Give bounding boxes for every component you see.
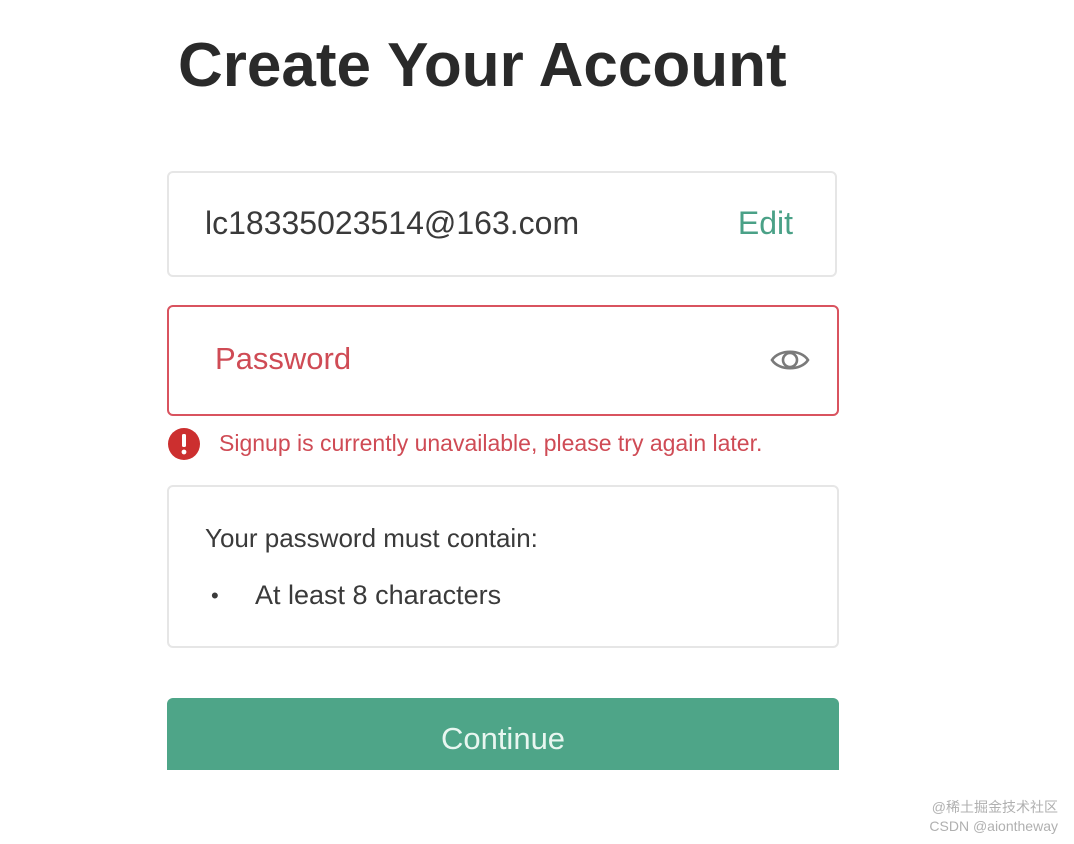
watermark: @稀土掘金技术社区 CSDN @aiontheway <box>929 798 1058 836</box>
error-message: Signup is currently unavailable, please … <box>219 430 763 456</box>
email-value: lc18335023514@163.com <box>205 205 580 241</box>
watermark-line-2: CSDN @aiontheway <box>929 818 1058 834</box>
alert-icon <box>168 428 200 460</box>
page-title: Create Your Account <box>178 31 787 100</box>
requirements-heading: Your password must contain: <box>205 523 538 553</box>
continue-button[interactable]: Continue <box>167 698 839 770</box>
password-input[interactable] <box>215 329 735 389</box>
eye-icon <box>770 350 810 370</box>
password-field[interactable] <box>167 305 839 416</box>
show-password-toggle[interactable] <box>769 343 811 377</box>
password-requirements: Your password must contain: • At least 8… <box>167 485 839 648</box>
watermark-line-1: @稀土掘金技术社区 <box>931 799 1058 815</box>
edit-email-link[interactable]: Edit <box>738 205 793 242</box>
list-bullet: • <box>211 583 219 608</box>
email-field: lc18335023514@163.com Edit <box>167 171 837 277</box>
requirement-item: At least 8 characters <box>255 580 502 610</box>
